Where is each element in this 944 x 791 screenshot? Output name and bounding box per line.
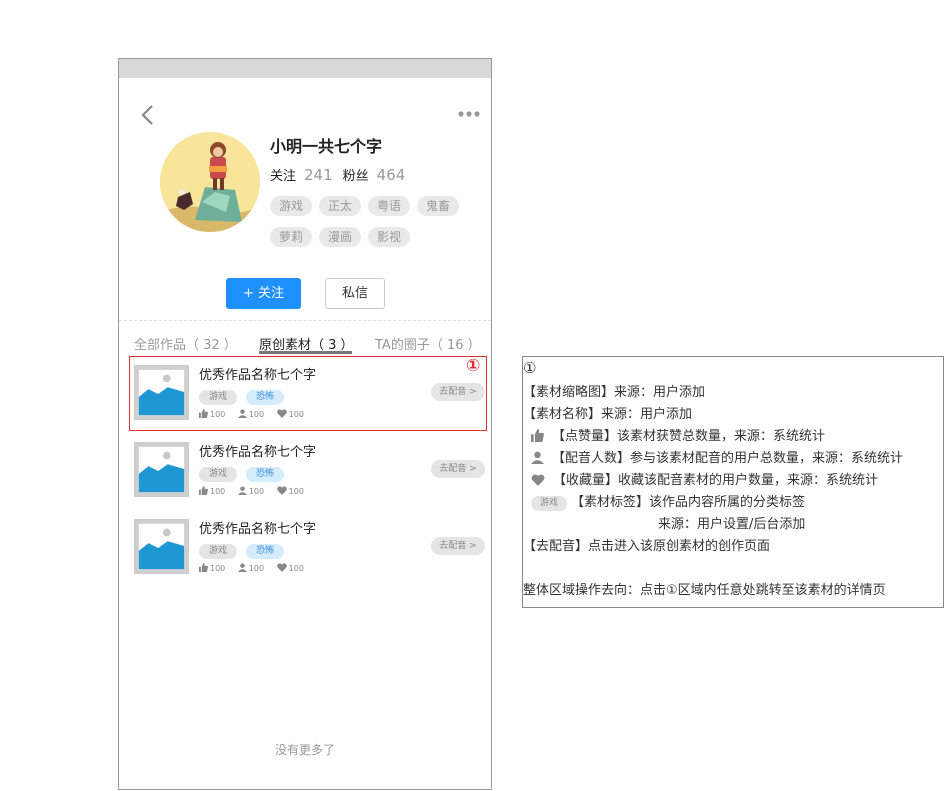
material-stats: 100 100 100 — [199, 563, 314, 573]
list-item[interactable]: 优秀作品名称七个字 游戏 恐怖 100 100 100 去配音 > — [133, 435, 489, 505]
profile-tag: 游戏 — [270, 196, 313, 216]
material-tags: 游戏 恐怖 — [199, 538, 293, 559]
material-thumbnail-icon[interactable] — [134, 519, 189, 574]
thumbs-up-icon — [199, 486, 208, 495]
note-tags-row: 游戏 【素材标签】该作品内容所属的分类标签 — [523, 491, 805, 511]
notes-marker: ① — [523, 359, 537, 377]
annotation-notes-panel: ① 【素材缩略图】来源：用户添加 【素材名称】来源：用户添加 【点赞量】该素材获… — [522, 356, 944, 608]
note-overall: 整体区域操作去向：点击①区域内任意处跳转至该素材的详情页 — [523, 583, 886, 598]
likes-count: 100 — [210, 564, 226, 573]
avatar[interactable] — [160, 132, 260, 232]
tab-ta-circles[interactable]: TA的圈子（ 16 ） — [375, 334, 481, 353]
material-tag: 游戏 — [199, 467, 238, 482]
person-icon — [531, 451, 544, 464]
profile-tag: 正太 — [319, 196, 362, 216]
note-favorites-row: 【收藏量】收藏该配音素材的用户数量，来源：系统统计 — [523, 469, 878, 488]
go-dub-button[interactable]: 去配音 > — [431, 537, 485, 555]
note-dubbers-row: 【配音人数】参与该素材配音的用户总数量，来源：系统统计 — [523, 447, 903, 466]
profile-tag: 影视 — [368, 227, 411, 247]
phone-frame: 小明一共七个字 关注 241 粉丝 464 游戏 正太 粤语 鬼畜萝莉 漫画 影视 + 关注 私… — [118, 58, 492, 790]
material-tag: 恐怖 — [246, 544, 285, 559]
material-title[interactable]: 优秀作品名称七个字 — [199, 518, 316, 537]
no-more-text: 没有更多了 — [274, 743, 335, 757]
user-name: 小明一共七个字 — [270, 137, 383, 156]
material-title[interactable]: 优秀作品名称七个字 — [199, 441, 316, 460]
tab-all-works[interactable]: 全部作品（ 32 ） — [134, 334, 237, 353]
person-icon — [237, 486, 247, 495]
profile-tag: 粤语 — [368, 196, 411, 216]
thumbs-up-icon — [531, 429, 544, 442]
profile-tags: 游戏 正太 粤语 鬼畜萝莉 漫画 影视 — [270, 195, 490, 257]
material-tag: 恐怖 — [246, 467, 285, 482]
note-tags: 【素材标签】该作品内容所属的分类标签 — [571, 495, 806, 510]
fans-count[interactable]: 464 — [377, 166, 406, 184]
profile-tag: 鬼畜 — [417, 196, 460, 216]
dubbers-count: 100 — [248, 487, 265, 496]
back-arrow-icon[interactable] — [139, 103, 159, 127]
sample-tag: 游戏 — [531, 496, 568, 511]
dubbers-count: 100 — [248, 564, 265, 573]
note-name: 【素材名称】来源：用户添加 — [523, 407, 693, 422]
follow-count[interactable]: 241 — [304, 166, 333, 184]
user-stats: 关注 241 粉丝 464 — [270, 165, 415, 184]
note-favorites: 【收藏量】收藏该配音素材的用户数量，来源：系统统计 — [553, 473, 879, 488]
favorites-count: 100 — [288, 487, 304, 496]
person-icon — [237, 563, 247, 572]
material-stats: 100 100 100 — [199, 486, 314, 496]
profile-tag: 萝莉 — [270, 227, 313, 247]
material-tag: 游戏 — [199, 544, 238, 559]
note-likes-row: 【点赞量】该素材获赞总数量，来源：系统统计 — [523, 425, 825, 444]
active-tab-indicator — [259, 351, 352, 354]
section-divider — [119, 320, 491, 321]
note-dub: 【去配音】点击进入该原创素材的创作页面 — [523, 539, 771, 554]
note-tags-source: 来源：用户设置/后台添加 — [658, 517, 806, 532]
follow-label: 关注 — [270, 169, 297, 184]
profile-tag: 漫画 — [319, 227, 362, 247]
note-dubbers: 【配音人数】参与该素材配音的用户总数量，来源：系统统计 — [552, 451, 904, 466]
likes-count: 100 — [210, 487, 226, 496]
favorites-count: 100 — [288, 564, 304, 573]
thumbs-up-icon — [199, 563, 208, 572]
heart-icon — [276, 486, 287, 495]
message-button[interactable]: 私信 — [325, 278, 385, 309]
follow-button[interactable]: + 关注 — [226, 278, 301, 309]
note-thumbnail: 【素材缩略图】来源：用户添加 — [523, 385, 706, 400]
material-thumbnail-icon[interactable] — [134, 442, 189, 497]
annotation-highlight-box — [129, 356, 487, 431]
heart-icon — [276, 563, 287, 572]
status-bar — [119, 59, 491, 78]
heart-icon — [531, 474, 545, 486]
fans-label: 粉丝 — [342, 169, 369, 184]
annotation-badge: ① — [466, 356, 481, 376]
material-tags: 游戏 恐怖 — [199, 461, 293, 482]
more-options-icon[interactable] — [457, 109, 481, 119]
note-likes: 【点赞量】该素材获赞总数量，来源：系统统计 — [552, 429, 826, 444]
go-dub-button[interactable]: 去配音 > — [431, 460, 485, 478]
avatar-illustration — [160, 132, 260, 232]
list-item[interactable]: 优秀作品名称七个字 游戏 恐怖 100 100 100 去配音 > — [133, 512, 489, 582]
